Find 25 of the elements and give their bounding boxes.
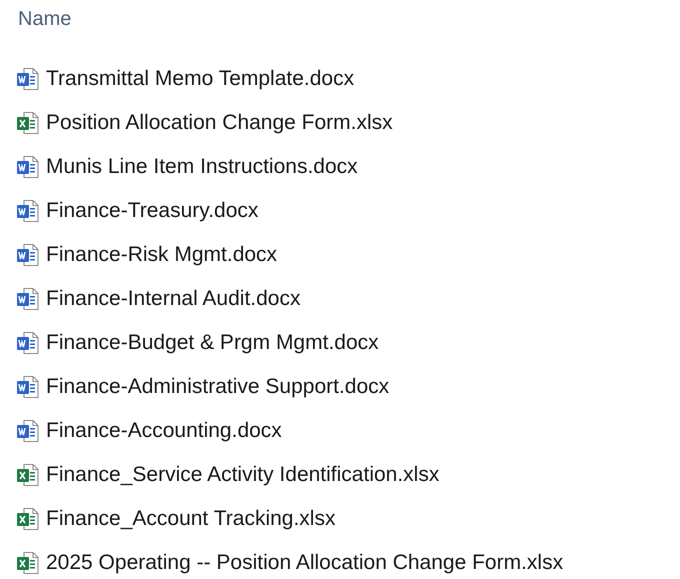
column-header[interactable]: Name xyxy=(18,8,72,31)
file-name[interactable]: Munis Line Item Instructions.docx xyxy=(46,155,358,179)
file-name[interactable]: Position Allocation Change Form.xlsx xyxy=(46,111,393,135)
document-icon xyxy=(16,199,40,223)
document-icon xyxy=(16,67,40,91)
document-icon xyxy=(16,375,40,399)
file-name[interactable]: Finance-Internal Audit.docx xyxy=(46,287,300,311)
file-name[interactable]: Transmittal Memo Template.docx xyxy=(46,67,354,91)
file-name[interactable]: Finance-Risk Mgmt.docx xyxy=(46,243,278,267)
spreadsheet-icon xyxy=(16,507,40,531)
file-name[interactable]: 2025 Operating -- Position Allocation Change Form.xlsx xyxy=(46,551,564,575)
spreadsheet-icon xyxy=(16,111,40,135)
file-name[interactable]: Finance-Budget & Prgm Mgmt.docx xyxy=(46,331,379,355)
spreadsheet-icon xyxy=(16,551,40,575)
file-name[interactable]: Finance_Service Activity Identification.xlsx xyxy=(46,463,440,487)
document-icon xyxy=(16,331,40,355)
document-icon xyxy=(16,419,40,443)
document-icon xyxy=(16,155,40,179)
document-icon xyxy=(16,287,40,311)
file-name[interactable]: Finance_Account Tracking.xlsx xyxy=(46,507,336,531)
document-icon xyxy=(16,243,40,267)
file-name[interactable]: Finance-Administrative Support.docx xyxy=(46,375,390,399)
spreadsheet-icon xyxy=(16,463,40,487)
file-name[interactable]: Finance-Accounting.docx xyxy=(46,419,282,443)
file-name[interactable]: Finance-Treasury.docx xyxy=(46,199,258,223)
